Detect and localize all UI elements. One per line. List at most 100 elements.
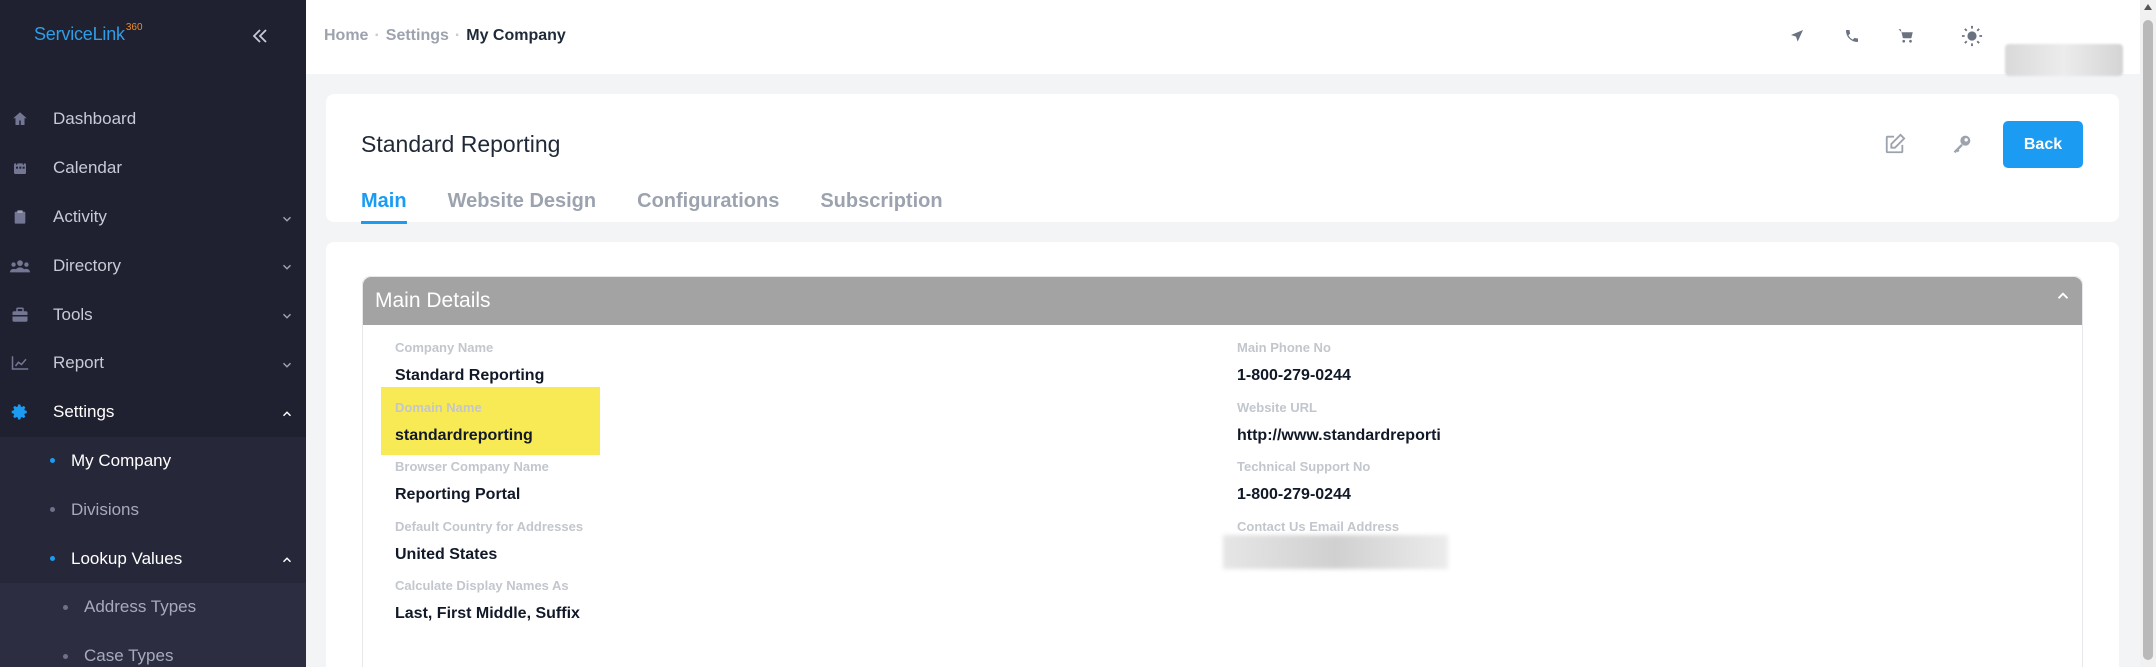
sun-icon[interactable] xyxy=(1960,24,1984,48)
logo-superscript: 360 xyxy=(125,22,143,33)
tab-main[interactable]: Main xyxy=(361,190,407,224)
bullet-icon xyxy=(63,604,68,610)
main-phone-field: Main Phone No 1-800-279-0244 xyxy=(1237,340,1351,385)
display-names-field: Calculate Display Names As Last, First M… xyxy=(395,578,580,623)
sidebar-item-label: Activity xyxy=(53,206,107,226)
page-header: Standard Reporting Back Main Website Des… xyxy=(326,94,2119,224)
scrollbar[interactable] xyxy=(2140,0,2156,667)
sidebar-item-address-types[interactable]: Address Types xyxy=(0,583,306,632)
chevron-down-icon xyxy=(280,357,294,371)
sidebar: ServiceLink 360 Dashboard Calendar Activ… xyxy=(0,0,306,667)
sidebar-item-label: My Company xyxy=(71,450,172,470)
user-menu[interactable] xyxy=(2005,44,2123,76)
calendar-icon xyxy=(10,158,30,178)
logo-text: ServiceLink xyxy=(34,24,125,44)
back-button[interactable]: Back xyxy=(2003,121,2083,168)
location-arrow-icon[interactable] xyxy=(1785,24,1809,48)
main-details-panel: Main Details Company Name Standard Repor… xyxy=(362,276,2083,667)
chevron-up-icon[interactable] xyxy=(2054,287,2072,305)
edit-icon[interactable] xyxy=(1882,131,1908,157)
cart-icon[interactable] xyxy=(1894,24,1918,48)
key-icon[interactable] xyxy=(1949,131,1975,157)
users-icon xyxy=(10,256,30,276)
sidebar-item-divisions[interactable]: Divisions xyxy=(0,485,306,534)
sidebar-item-label: Lookup Values xyxy=(71,548,183,568)
sidebar-item-label: Divisions xyxy=(71,499,140,519)
field-label: Company Name xyxy=(395,340,494,355)
contact-email-field: Contact Us Email Address xyxy=(1237,519,1399,534)
tab-configurations[interactable]: Configurations xyxy=(637,190,779,224)
tab-subscription[interactable]: Subscription xyxy=(820,190,942,224)
field-value: 1-800-279-0244 xyxy=(1237,486,1351,503)
chart-icon xyxy=(10,353,30,373)
default-country-field: Default Country for Addresses United Sta… xyxy=(395,519,583,564)
field-value: standardreporting xyxy=(395,427,533,444)
sidebar-item-label: Directory xyxy=(53,255,122,275)
lookup-values-submenu: Address Types Case Types xyxy=(0,582,306,667)
app-logo[interactable]: ServiceLink 360 xyxy=(34,22,143,54)
field-value[interactable]: http://www.standardreporti xyxy=(1237,427,1441,445)
browser-company-name-field: Browser Company Name Reporting Portal xyxy=(395,459,549,504)
sidebar-item-directory[interactable]: Directory xyxy=(0,241,306,290)
chevron-up-icon xyxy=(280,406,294,420)
sidebar-item-label: Report xyxy=(53,353,105,373)
sidebar-item-label: Case Types xyxy=(84,646,174,666)
field-label: Website URL xyxy=(1237,400,1317,415)
field-value: United States xyxy=(395,546,498,563)
chevron-up-icon xyxy=(280,552,294,566)
sidebar-item-label: Settings xyxy=(53,402,115,422)
collapse-sidebar-icon[interactable] xyxy=(248,24,272,48)
field-value: 1-800-279-0244 xyxy=(1237,367,1351,384)
domain-name-field: Domain Name standardreporting xyxy=(395,400,533,445)
scrollbar-thumb[interactable] xyxy=(2143,20,2153,660)
redacted-email xyxy=(1223,535,1448,569)
chevron-down-icon xyxy=(280,211,294,225)
home-icon xyxy=(10,109,30,129)
clipboard-icon xyxy=(10,207,30,227)
sidebar-nav: Dashboard Calendar Activity Directory To… xyxy=(0,95,306,667)
field-label: Contact Us Email Address xyxy=(1237,519,1400,534)
field-label: Browser Company Name xyxy=(395,459,549,474)
bullet-icon xyxy=(50,507,55,513)
content-card: Main Details Company Name Standard Repor… xyxy=(326,242,2119,667)
field-label: Default Country for Addresses xyxy=(395,519,584,534)
top-bar: Home · Settings · My Company xyxy=(306,0,2140,76)
sidebar-item-label: Address Types xyxy=(84,597,197,617)
tab-bar: Main Website Design Configurations Subsc… xyxy=(361,190,984,224)
settings-submenu: My Company Divisions Lookup Values Addre… xyxy=(0,436,306,667)
toolbox-icon xyxy=(10,305,30,325)
gear-icon xyxy=(10,402,30,422)
field-value: Last, First Middle, Suffix xyxy=(395,605,580,622)
panel-title: Main Details xyxy=(375,289,491,312)
top-actions xyxy=(306,24,2140,76)
main-details-header[interactable]: Main Details xyxy=(363,277,2082,325)
bullet-icon xyxy=(63,653,68,659)
field-label: Main Phone No xyxy=(1237,340,1331,355)
sidebar-item-settings[interactable]: Settings xyxy=(0,388,306,437)
chevron-down-icon xyxy=(280,259,294,273)
sidebar-item-calendar[interactable]: Calendar xyxy=(0,144,306,193)
technical-support-field: Technical Support No 1-800-279-0244 xyxy=(1237,459,1370,504)
sidebar-item-label: Dashboard xyxy=(53,109,137,129)
chevron-down-icon xyxy=(280,308,294,322)
sidebar-item-tools[interactable]: Tools xyxy=(0,290,306,339)
field-label: Technical Support No xyxy=(1237,459,1371,474)
field-label: Domain Name xyxy=(395,400,482,415)
sidebar-item-case-types[interactable]: Case Types xyxy=(0,632,306,667)
sidebar-item-my-company[interactable]: My Company xyxy=(0,437,306,486)
sidebar-item-lookup-values[interactable]: Lookup Values xyxy=(0,534,306,583)
field-value: Reporting Portal xyxy=(395,486,521,503)
tab-website-design[interactable]: Website Design xyxy=(448,190,597,224)
sidebar-item-label: Tools xyxy=(53,304,93,324)
field-value: Standard Reporting xyxy=(395,367,545,384)
page-title: Standard Reporting xyxy=(361,131,561,157)
sidebar-item-dashboard[interactable]: Dashboard xyxy=(0,95,306,144)
sidebar-item-activity[interactable]: Activity xyxy=(0,193,306,242)
bullet-icon xyxy=(50,556,55,562)
scroll-up-icon[interactable] xyxy=(2144,4,2152,10)
sidebar-item-report[interactable]: Report xyxy=(0,339,306,388)
website-url-field: Website URL http://www.standardreporti xyxy=(1237,400,1441,445)
phone-icon[interactable] xyxy=(1840,24,1864,48)
field-label: Calculate Display Names As xyxy=(395,578,569,593)
bullet-icon xyxy=(50,458,55,464)
